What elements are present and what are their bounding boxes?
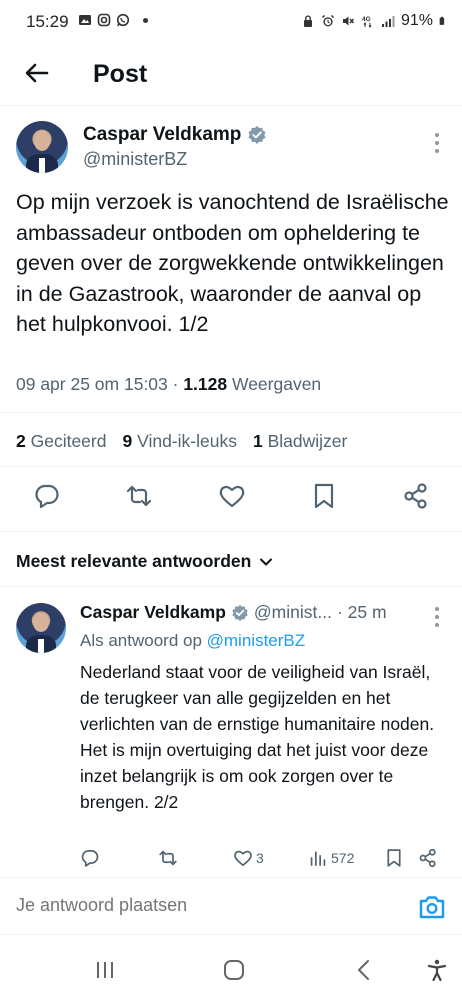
lock-icon: [303, 15, 312, 27]
quotes-stat[interactable]: 2 Geciteerd: [16, 431, 106, 452]
reply-input[interactable]: [16, 895, 376, 916]
back-nav-icon[interactable]: [352, 958, 376, 982]
instagram-icon: [97, 13, 111, 27]
reply-composer: [0, 877, 462, 935]
reply-author-handle[interactable]: @minist...: [254, 602, 332, 623]
repost-icon[interactable]: [125, 482, 153, 510]
alarm-icon: [321, 14, 334, 27]
divider: [0, 531, 462, 532]
reply-repost-button[interactable]: [158, 848, 178, 868]
chevron-down-icon: [260, 558, 273, 565]
replying-to-link[interactable]: @ministerBZ: [207, 631, 306, 650]
likes-stat[interactable]: 9 Vind-ik-leuks: [122, 431, 236, 452]
share-icon[interactable]: [402, 482, 430, 510]
reply-time: · 25 m: [336, 602, 387, 622]
bookmark-icon[interactable]: [310, 482, 338, 510]
divider: [0, 586, 462, 587]
verified-badge-icon: [248, 126, 266, 144]
reply-bookmark-button[interactable]: [384, 848, 404, 868]
page-title: Post: [93, 60, 148, 88]
replies-sort-dropdown[interactable]: Meest relevante antwoorden: [16, 551, 273, 572]
recent-apps-icon[interactable]: [93, 958, 117, 982]
whatsapp-icon: [116, 13, 130, 27]
bookmarks-stat[interactable]: 1 Bladwijzer: [253, 431, 347, 452]
reply-views-count: 572: [331, 850, 355, 866]
repost-icon: [159, 850, 177, 866]
author-avatar[interactable]: [16, 121, 68, 173]
accessibility-icon[interactable]: [425, 958, 449, 982]
reply-body: Nederland staat voor de veiligheid van I…: [80, 662, 435, 812]
top-app-bar: Post: [0, 44, 462, 106]
reply-share-button[interactable]: [418, 848, 438, 868]
post-date: 09 apr 25 om 15:03 ·: [16, 374, 184, 394]
reply-like-count: 3: [256, 850, 264, 866]
reply-icon: [81, 850, 99, 867]
divider: [0, 412, 462, 413]
views-count: 1.128: [183, 374, 228, 394]
reply-more-options-icon[interactable]: [434, 607, 440, 629]
views-chart-icon: [310, 851, 326, 866]
reply-author-name[interactable]: Caspar Veldkamp: [80, 602, 226, 623]
reply-author-avatar[interactable]: [16, 603, 66, 653]
post-body: Op mijn verzoek is vanochtend de Israëli…: [16, 190, 449, 336]
back-arrow-icon[interactable]: [22, 58, 52, 88]
reply-views-button[interactable]: 572: [308, 848, 354, 868]
post-actions: [0, 482, 462, 518]
status-left-icons: [78, 13, 148, 27]
camera-icon[interactable]: [418, 894, 446, 920]
status-time: 15:29: [26, 12, 69, 31]
reply-actions: 3 572: [80, 848, 450, 872]
system-navigation-bar: [0, 940, 462, 1000]
share-icon: [419, 848, 436, 868]
signal-icon: [381, 16, 395, 27]
post-stats: 2 Geciteerd 9 Vind-ik-leuks 1 Bladwijzer: [16, 431, 347, 452]
verified-badge-icon: [232, 604, 248, 621]
views-label: Weergaven: [227, 374, 322, 394]
status-right: 4G 91%: [301, 12, 448, 30]
4g-icon: 4G: [362, 16, 372, 28]
like-heart-icon[interactable]: [218, 482, 246, 510]
status-bar: 15:29 4G 91%: [0, 0, 462, 44]
like-heart-icon: [234, 850, 252, 866]
bookmark-icon: [387, 849, 401, 867]
author-name-row[interactable]: Caspar Veldkamp: [83, 124, 267, 146]
home-icon[interactable]: [222, 958, 246, 982]
gallery-icon: [79, 15, 91, 25]
more-options-icon[interactable]: [434, 133, 440, 155]
notification-dot: [143, 17, 148, 23]
author-handle[interactable]: @ministerBZ: [83, 149, 187, 170]
divider: [0, 466, 462, 467]
author-name[interactable]: Caspar Veldkamp: [83, 124, 241, 146]
reply-reply-button[interactable]: [80, 848, 100, 868]
post-timestamp-views: 09 apr 25 om 15:03 · 1.128 Weergaven: [16, 374, 321, 395]
svg-text:4G: 4G: [362, 16, 371, 23]
replies-sort-label: Meest relevante antwoorden: [16, 551, 252, 571]
reply-header: Caspar Veldkamp @minist... · 25 m: [80, 602, 387, 623]
battery-percent: 91%: [400, 12, 433, 29]
replying-to: Als antwoord op @ministerBZ: [80, 631, 306, 650]
battery-icon: [439, 16, 445, 25]
reply-like-button[interactable]: 3: [233, 848, 264, 868]
reply-icon[interactable]: [33, 482, 61, 510]
mute-icon: [342, 16, 354, 26]
